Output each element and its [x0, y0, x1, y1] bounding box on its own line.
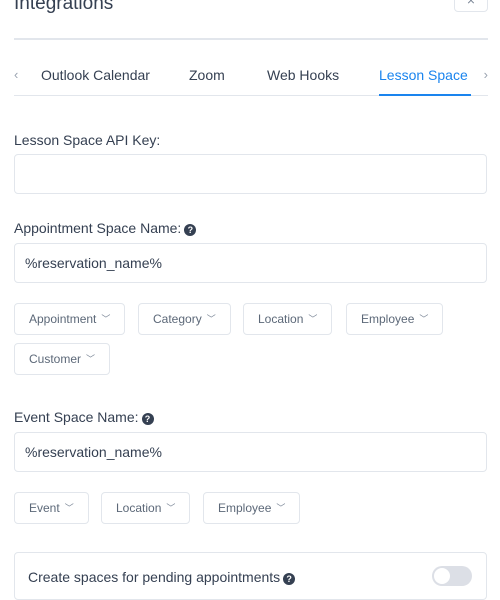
chip-label: Customer — [29, 352, 82, 366]
placeholder-event-dropdown[interactable]: Event ﹀ — [14, 492, 89, 524]
integration-tabs: ‹ Outlook Calendar Zoom Web Hooks Lesson… — [14, 58, 488, 96]
tab-outlook-calendar[interactable]: Outlook Calendar — [41, 67, 150, 83]
chip-label: Location — [258, 312, 304, 326]
chevron-down-icon: ﹀ — [276, 503, 286, 513]
chevron-down-icon: ﹀ — [101, 314, 111, 324]
appointment-space-label-text: Appointment Space Name: — [14, 220, 182, 236]
help-icon[interactable]: ? — [141, 413, 154, 425]
api-key-input[interactable] — [14, 154, 487, 194]
tab-web-hooks[interactable]: Web Hooks — [267, 67, 339, 83]
chip-label: Employee — [361, 312, 415, 326]
chevron-down-icon: ﹀ — [86, 354, 96, 364]
placeholder-location-dropdown[interactable]: Location ﹀ — [101, 492, 191, 524]
dialog-title: Integrations — [14, 0, 114, 14]
api-key-label: Lesson Space API Key: — [14, 132, 161, 148]
pending-appointments-toggle[interactable] — [432, 566, 472, 586]
placeholder-category-dropdown[interactable]: Category ﹀ — [138, 303, 231, 335]
chip-label: Event — [29, 501, 60, 515]
chevron-down-icon: ﹀ — [166, 503, 176, 513]
chip-label: Category — [153, 312, 202, 326]
pending-appointments-label: Create spaces for pending appointments? — [28, 569, 296, 585]
chevron-down-icon: ﹀ — [419, 314, 429, 324]
pending-appointments-label-text: Create spaces for pending appointments — [28, 569, 281, 585]
close-icon: × — [466, 0, 476, 8]
placeholder-appointment-dropdown[interactable]: Appointment ﹀ — [14, 303, 126, 335]
chevron-down-icon: ﹀ — [308, 314, 318, 324]
chip-label: Appointment — [29, 312, 97, 326]
event-space-input[interactable]: %reservation_name% — [14, 432, 487, 472]
placeholder-employee-dropdown[interactable]: Employee ﹀ — [346, 303, 444, 335]
toggle-knob — [434, 568, 450, 584]
event-space-label-text: Event Space Name: — [14, 409, 139, 425]
help-icon[interactable]: ? — [184, 224, 197, 236]
placeholder-customer-dropdown[interactable]: Customer ﹀ — [14, 343, 111, 375]
active-tab-indicator — [379, 94, 471, 96]
tab-zoom[interactable]: Zoom — [189, 67, 225, 83]
appointment-space-input[interactable]: %reservation_name% — [14, 243, 487, 283]
dialog-header: Integrations × — [14, 0, 488, 32]
header-divider — [14, 38, 488, 40]
appointment-space-label: Appointment Space Name:? — [14, 220, 197, 236]
tab-lesson-space[interactable]: Lesson Space — [379, 67, 468, 83]
chevron-left-icon[interactable]: ‹ — [14, 67, 18, 82]
help-icon[interactable]: ? — [283, 573, 296, 585]
pending-appointments-row: Create spaces for pending appointments? — [14, 552, 487, 600]
placeholder-location-dropdown[interactable]: Location ﹀ — [243, 303, 333, 335]
chip-label: Location — [116, 501, 162, 515]
chip-label: Employee — [218, 501, 272, 515]
chevron-down-icon: ﹀ — [64, 503, 74, 513]
chevron-right-icon[interactable]: › — [484, 67, 488, 82]
chevron-down-icon: ﹀ — [206, 314, 216, 324]
close-button[interactable]: × — [454, 0, 488, 12]
placeholder-employee-dropdown[interactable]: Employee ﹀ — [203, 492, 301, 524]
event-space-label: Event Space Name:? — [14, 409, 154, 425]
